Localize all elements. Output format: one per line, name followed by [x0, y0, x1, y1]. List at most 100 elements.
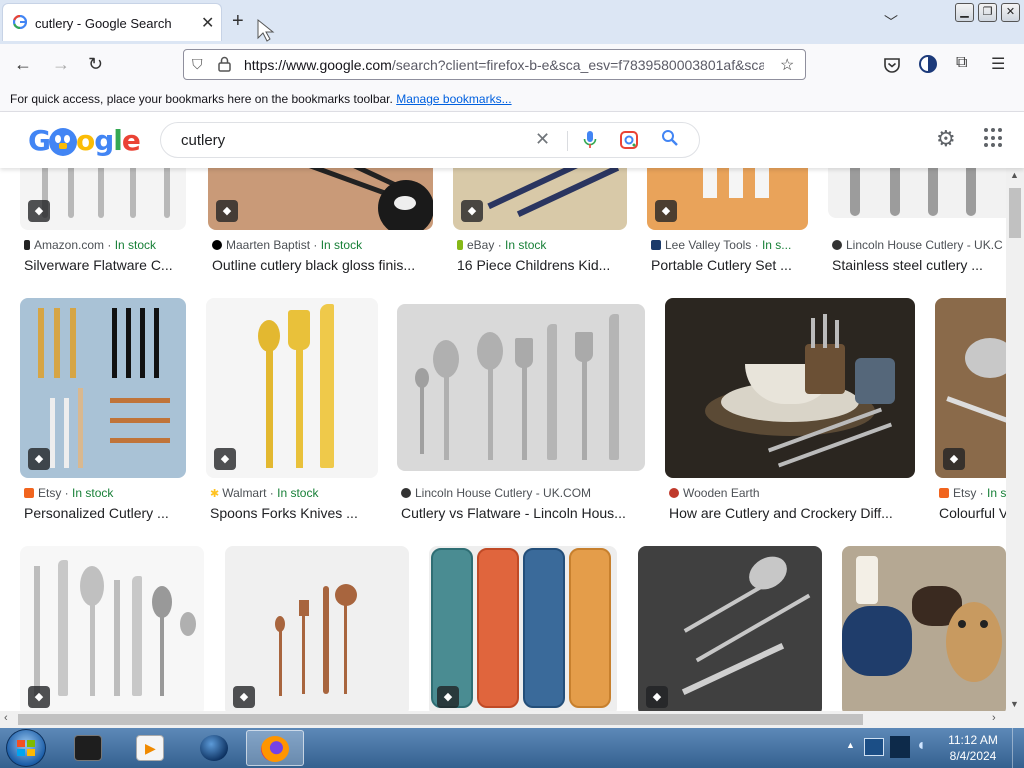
image-result-row3-5[interactable]	[842, 546, 1006, 711]
google-apps-icon[interactable]	[984, 128, 1004, 148]
google-favicon-icon	[13, 15, 27, 29]
tab-close-icon[interactable]: ✕	[201, 13, 214, 33]
bookmarks-toolbar: For quick access, place your bookmarks h…	[0, 86, 1024, 112]
search-box[interactable]: cutlery ✕	[160, 122, 700, 158]
forward-arrow-icon[interactable]: →	[52, 54, 70, 75]
bookmark-star-icon[interactable]: ☆	[780, 55, 794, 75]
image-result-row3-2[interactable]: ◆	[225, 546, 409, 711]
image-result-lincoln-house-2[interactable]	[397, 304, 645, 471]
result-source[interactable]: Amazon.com · In stock	[24, 238, 194, 252]
image-result-maarten-baptist[interactable]: ◆	[208, 168, 433, 230]
clock-time: 11:12 AM	[948, 733, 998, 747]
image-result-walmart[interactable]: ◆	[206, 298, 378, 478]
minimize-button[interactable]: ▁	[955, 3, 974, 22]
image-result-lee-valley[interactable]: ◆	[647, 168, 808, 230]
result-source[interactable]: Lee Valley Tools · In s...	[651, 238, 809, 252]
result-caption[interactable]: Colourful V	[939, 505, 1006, 521]
google-lens-icon[interactable]	[619, 130, 639, 150]
windows-logo-icon	[17, 740, 35, 756]
result-caption[interactable]: Silverware Flatware C...	[24, 257, 194, 273]
product-tag-icon: ◆	[233, 686, 255, 708]
clear-search-icon[interactable]: ✕	[535, 129, 550, 150]
list-all-tabs-chevron-down-icon[interactable]: ﹀	[884, 12, 898, 32]
close-window-button[interactable]: ✕	[1001, 3, 1020, 22]
taskbar-app-terminal[interactable]	[60, 730, 116, 766]
search-query-text[interactable]: cutlery	[181, 132, 225, 149]
vertical-scroll-thumb[interactable]	[1009, 188, 1021, 238]
result-source[interactable]: Etsy · In stock	[24, 486, 194, 500]
horizontal-scroll-thumb[interactable]	[18, 714, 863, 725]
scroll-left-icon[interactable]: ‹	[4, 712, 8, 724]
extensions-puzzle-icon[interactable]: ⧉	[956, 54, 967, 72]
menu-hamburger-icon[interactable]: ☰	[991, 54, 1005, 74]
address-bar[interactable]: ⛉ https://www.google.com/search?client=f…	[183, 49, 806, 80]
horizontal-scrollbar[interactable]: ‹ ›	[0, 711, 1006, 728]
result-caption[interactable]: How are Cutlery and Crockery Diff...	[669, 505, 915, 521]
image-result-etsy[interactable]: ◆	[20, 298, 186, 478]
volume-icon[interactable]: ◖	[916, 737, 926, 755]
image-result-ebay[interactable]: ◆	[453, 168, 627, 230]
result-source[interactable]: Wooden Earth	[669, 486, 915, 500]
product-tag-icon: ◆	[214, 448, 236, 470]
google-header: Gogle cutlery ✕ ⚙	[0, 112, 1024, 168]
search-icon[interactable]	[661, 129, 679, 147]
google-logo[interactable]: Gogle	[28, 124, 141, 157]
scroll-down-icon[interactable]: ▼	[1010, 699, 1019, 709]
show-hidden-icons-icon[interactable]: ▲	[846, 740, 855, 750]
result-caption[interactable]: Personalized Cutlery ...	[24, 505, 186, 521]
lock-icon[interactable]	[218, 56, 231, 72]
image-result-row3-4[interactable]: ◆	[638, 546, 822, 711]
product-tag-icon: ◆	[461, 200, 483, 222]
restore-button[interactable]: ❐	[978, 3, 997, 22]
product-tag-icon: ◆	[943, 448, 965, 470]
tracking-shield-icon[interactable]: ⛉	[192, 56, 203, 73]
microphone-icon[interactable]	[583, 130, 597, 150]
reload-icon[interactable]: ↻	[88, 54, 103, 75]
account-icon[interactable]	[918, 54, 938, 74]
image-result-row3-1[interactable]: ◆	[20, 546, 204, 711]
taskbar-app-globe[interactable]	[186, 730, 242, 766]
scroll-up-icon[interactable]: ▲	[1010, 170, 1019, 180]
url-text[interactable]: https://www.google.com/search?client=fir…	[244, 57, 764, 73]
product-tag-icon: ◆	[437, 686, 459, 708]
settings-gear-icon[interactable]: ⚙	[936, 126, 956, 152]
result-caption[interactable]: Spoons Forks Knives ...	[210, 505, 380, 521]
manage-bookmarks-link[interactable]: Manage bookmarks...	[396, 92, 511, 106]
result-source[interactable]: Etsy · In s	[939, 486, 1006, 500]
result-source[interactable]: ✱ Walmart · In stock	[210, 486, 380, 500]
result-source[interactable]: Lincoln House Cutlery - UK.C	[832, 238, 1006, 252]
search-divider	[567, 131, 568, 151]
tab-google-search[interactable]: cutlery - Google Search ✕	[2, 3, 222, 41]
taskbar-app-firefox[interactable]	[246, 730, 304, 766]
new-tab-button[interactable]: +	[232, 10, 244, 33]
image-result-row3-3[interactable]: ◆	[429, 546, 617, 711]
pocket-icon[interactable]	[883, 57, 901, 73]
network-icon[interactable]	[864, 738, 884, 756]
result-source[interactable]: eBay · In stock	[457, 238, 627, 252]
scroll-right-icon[interactable]: ›	[992, 712, 996, 724]
tab-strip: cutlery - Google Search ✕ + ﹀ ▁ ❐ ✕	[0, 0, 1024, 44]
result-caption[interactable]: Outline cutlery black gloss finis...	[212, 257, 434, 273]
image-result-lincoln-house-1[interactable]	[828, 168, 1006, 218]
product-tag-icon: ◆	[216, 200, 238, 222]
image-result-amazon[interactable]: ◆	[20, 168, 186, 230]
result-caption[interactable]: Cutlery vs Flatware - Lincoln Hous...	[401, 505, 645, 521]
scrollbar-corner	[1006, 711, 1024, 728]
result-caption[interactable]: 16 Piece Childrens Kid...	[457, 257, 629, 273]
result-caption[interactable]: Stainless steel cutlery ...	[832, 257, 1006, 273]
result-caption[interactable]: Portable Cutlery Set ...	[651, 257, 809, 273]
image-result-wooden-earth[interactable]	[665, 298, 915, 478]
taskbar-app-media-player[interactable]: ▶	[122, 730, 178, 766]
image-result-etsy-2[interactable]: ◆	[935, 298, 1006, 478]
tray-app-icon[interactable]	[890, 736, 910, 758]
back-arrow-icon[interactable]: ←	[14, 54, 32, 75]
result-source[interactable]: Maarten Baptist · In stock	[212, 238, 432, 252]
result-source[interactable]: Lincoln House Cutlery - UK.COM	[401, 486, 645, 500]
vertical-scrollbar[interactable]: ▲ ▼	[1006, 168, 1024, 711]
product-tag-icon: ◆	[28, 200, 50, 222]
navigation-toolbar: ← → ↻ ⛉ https://www.google.com/search?cl…	[0, 44, 1024, 86]
terminal-icon	[74, 735, 102, 761]
start-button[interactable]	[6, 729, 46, 767]
show-desktop-button[interactable]	[1012, 728, 1024, 768]
taskbar-clock[interactable]: 11:12 AM 8/4/2024	[938, 732, 1008, 764]
